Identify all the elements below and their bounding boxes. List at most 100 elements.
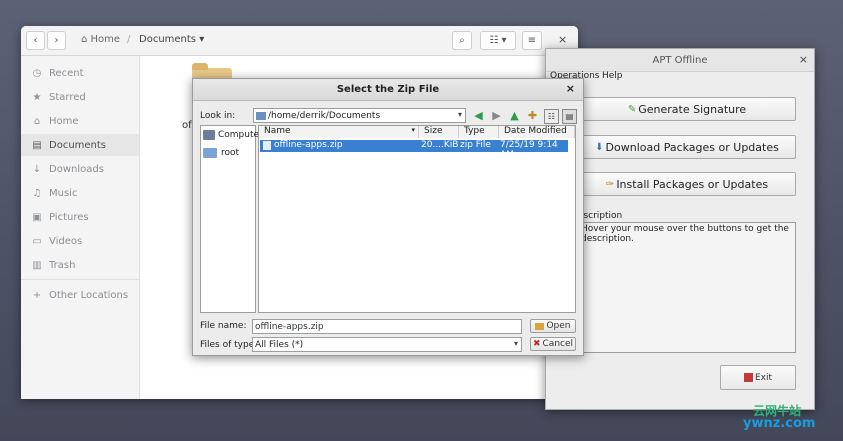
file-list: Name ▾ Size Type Date Modified offline-ap… [258, 125, 576, 313]
breadcrumb-separator: / [127, 34, 131, 45]
sidebar-item-label: Documents [49, 139, 107, 151]
back-button[interactable]: ‹ [26, 31, 45, 50]
files-sidebar: ◷ Recent ★ Starred ⌂ Home ▤ Documents ↓ Downloads… [21, 56, 140, 399]
look-in-combo[interactable]: /home/derrik/Documents ▾ [253, 108, 466, 123]
column-type[interactable]: Type [459, 126, 499, 138]
generate-signature-button[interactable]: ✎ Generate Signature [578, 97, 796, 121]
sidebar-item-label: Recent [49, 67, 84, 79]
download-icon: ↓ [32, 163, 42, 175]
back-icon: ‹ [33, 35, 38, 46]
file-date: 7/25/19 9:14 AM [500, 140, 558, 160]
sidebar-item-label: Videos [49, 235, 83, 247]
file-name-input[interactable]: offline-apps.zip [252, 319, 522, 334]
place-root[interactable]: root [203, 148, 239, 158]
key-icon: ✎ [627, 103, 637, 115]
star-icon: ★ [32, 91, 42, 103]
menu-help[interactable]: Help [602, 71, 623, 81]
sidebar-item-home[interactable]: ⌂ Home [21, 110, 139, 132]
up-folder-icon[interactable]: ▲ [508, 109, 521, 122]
chevron-down-icon: ▾ [513, 339, 518, 348]
files-of-type-label: Files of type: [200, 340, 258, 350]
open-button[interactable]: Open [530, 319, 576, 333]
file-name-label: File name: [200, 321, 247, 331]
file-icon [263, 141, 271, 150]
file-label: of [182, 120, 192, 131]
sidebar-item-trash[interactable]: ▥ Trash [21, 254, 139, 276]
list-view-icon: ☷ ▾ [489, 35, 507, 46]
back-icon[interactable]: ◀ [472, 109, 485, 122]
sidebar-item-recent[interactable]: ◷ Recent [21, 62, 139, 84]
home-icon: ⌂ [33, 115, 41, 127]
sidebar-item-documents[interactable]: ▤ Documents [21, 134, 139, 156]
sidebar-item-label: Other Locations [49, 289, 129, 301]
sidebar-item-starred[interactable]: ★ Starred [21, 86, 139, 108]
file-type: zip File [460, 140, 491, 150]
sidebar-item-videos[interactable]: ▭ Videos [21, 230, 139, 252]
watermark-line2: ywnz.com [743, 416, 816, 431]
forward-button[interactable]: › [47, 31, 66, 50]
sidebar-item-music[interactable]: ♫ Music [21, 182, 139, 204]
breadcrumb-home[interactable]: ⌂ Home [81, 34, 120, 45]
file-size: 20....KiB [421, 140, 459, 150]
hamburger-icon: ≡ [527, 35, 537, 46]
camera-icon: ▣ [32, 211, 42, 223]
download-packages-button[interactable]: ⬇ Download Packages or Updates [578, 135, 796, 159]
sidebar-item-label: Pictures [49, 211, 89, 223]
home-icon: ⌂ [81, 34, 91, 45]
column-name[interactable]: Name ▾ [259, 126, 419, 138]
sort-icon: ▾ [411, 126, 415, 134]
forward-icon: › [54, 35, 59, 46]
look-in-label: Look in: [200, 111, 236, 121]
apt-title: APT Offline [652, 54, 708, 66]
document-icon: ▤ [32, 139, 42, 151]
exit-icon [743, 373, 753, 382]
sidebar-item-pictures[interactable]: ▣ Pictures [21, 206, 139, 228]
detail-view-icon[interactable]: ▤ [562, 109, 577, 124]
file-row[interactable]: offline-apps.zip 20....KiB zip File 7/25… [260, 140, 568, 160]
computer-icon [203, 130, 215, 140]
close-icon[interactable]: × [799, 53, 808, 66]
breadcrumb-current[interactable]: Documents ▾ [139, 34, 204, 45]
sidebar-item-label: Starred [49, 91, 86, 103]
places-panel: Computer root [200, 125, 263, 313]
sidebar-item-other-locations[interactable]: + Other Locations [21, 284, 139, 306]
chevron-down-icon: ▾ [196, 34, 205, 45]
apt-titlebar: APT Offline × [546, 49, 814, 72]
install-packages-button[interactable]: ✑ Install Packages or Updates [578, 172, 796, 196]
column-date[interactable]: Date Modified [499, 126, 575, 138]
view-toggle-button[interactable]: ☷ ▾ [480, 31, 516, 50]
sidebar-item-label: Downloads [49, 163, 104, 175]
file-name: offline-apps.zip [274, 140, 343, 150]
select-zip-dialog: Select the Zip File × Look in: /home/der… [192, 78, 584, 356]
folder-icon [256, 111, 266, 120]
sidebar-item-label: Trash [49, 259, 76, 271]
description-box: Hover your mouse over the buttons to get… [578, 222, 796, 353]
menu-button[interactable]: ≡ [522, 31, 542, 50]
cancel-button[interactable]: ✖ Cancel [530, 337, 576, 351]
dialog-title: Select the Zip File [336, 84, 440, 95]
forward-icon[interactable]: ▶ [490, 109, 503, 122]
new-folder-icon[interactable]: ✚ [526, 109, 539, 122]
search-button[interactable]: ⌕ [452, 31, 472, 50]
search-icon: ⌕ [459, 35, 465, 46]
column-size[interactable]: Size [419, 126, 459, 138]
close-icon[interactable]: × [558, 33, 567, 46]
clock-icon: ◷ [32, 67, 42, 79]
music-icon: ♫ [32, 187, 42, 199]
video-icon: ▭ [32, 235, 42, 247]
wrench-icon: ✑ [605, 178, 615, 190]
apt-offline-window: APT Offline × Operations Help ✎ Generate … [545, 48, 815, 410]
sidebar-item-label: Music [49, 187, 78, 199]
close-icon[interactable]: × [566, 82, 575, 95]
sidebar-item-downloads[interactable]: ↓ Downloads [21, 158, 139, 180]
trash-icon: ▥ [32, 259, 42, 271]
list-view-icon[interactable]: ☷ [544, 109, 559, 124]
folder-icon [203, 148, 217, 158]
download-icon: ⬇ [595, 141, 604, 153]
files-headerbar: ‹ › ⌂ Home / Documents ▾ ⌕ ☷ ▾ ≡ × [21, 26, 578, 56]
place-computer[interactable]: Computer [203, 130, 263, 140]
plus-icon: + [32, 289, 42, 301]
exit-button[interactable]: Exit [720, 365, 796, 390]
files-of-type-combo[interactable]: All Files (*) ▾ [252, 337, 522, 352]
sidebar-item-label: Home [49, 115, 79, 127]
